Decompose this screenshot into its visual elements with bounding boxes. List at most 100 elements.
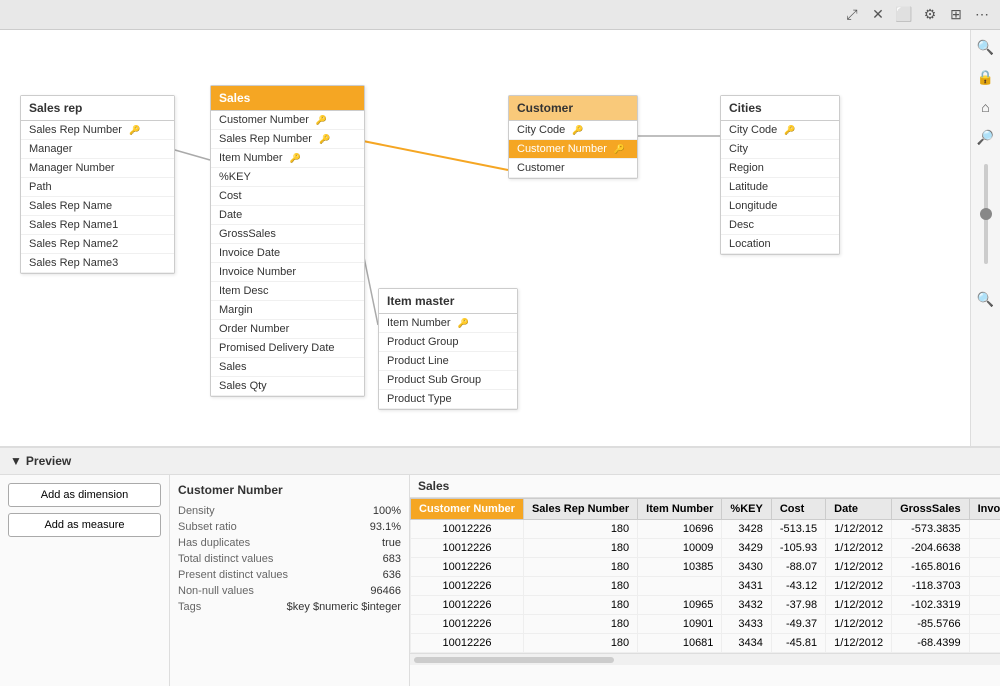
main-area: Sales rep Sales Rep Number 🔑 Manager Man… <box>0 30 1000 446</box>
add-measure-button[interactable]: Add as measure <box>8 513 161 537</box>
row-product-group[interactable]: Product Group <box>379 333 517 352</box>
col-cost[interactable]: Cost <box>771 499 825 520</box>
stats-subset-ratio: Subset ratio 93.1% <box>178 519 401 535</box>
row-city-code2[interactable]: City Code 🔑 <box>721 121 839 140</box>
toolbar: ⤢ ✕ ⬜ ⚙ ⊞ ⋯ <box>0 0 1000 30</box>
canvas-area[interactable]: Sales rep Sales Rep Number 🔑 Manager Man… <box>0 30 970 446</box>
row-invoice-date[interactable]: Invoice Date <box>211 244 364 263</box>
table-item-master: Item master Item Number 🔑 Product Group … <box>378 288 518 410</box>
row-item-number2[interactable]: Item Number 🔑 <box>379 314 517 333</box>
row-cost[interactable]: Cost <box>211 187 364 206</box>
col-item-number[interactable]: Item Number <box>638 499 722 520</box>
row-city[interactable]: City <box>721 140 839 159</box>
add-dimension-button[interactable]: Add as dimension <box>8 483 161 507</box>
dots-icon[interactable]: ⚙ <box>920 5 940 25</box>
row-location[interactable]: Location <box>721 235 839 254</box>
preview-table-title: Sales <box>410 475 1000 498</box>
col-grosssales[interactable]: GrossSales <box>892 499 970 520</box>
table-sales-header: Sales <box>211 86 364 111</box>
stats-density: Density 100% <box>178 503 401 519</box>
row-sales-rep-name3[interactable]: Sales Rep Name3 <box>21 254 174 273</box>
stats-has-duplicates: Has duplicates true <box>178 535 401 551</box>
preview-title: Preview <box>26 454 71 468</box>
col-date[interactable]: Date <box>826 499 892 520</box>
row-product-line[interactable]: Product Line <box>379 352 517 371</box>
stats-non-null: Non-null values 96466 <box>178 583 401 599</box>
row-region[interactable]: Region <box>721 159 839 178</box>
col-sales-rep-number[interactable]: Sales Rep Number <box>523 499 637 520</box>
row-order-number[interactable]: Order Number <box>211 320 364 339</box>
preview-content: Add as dimension Add as measure Customer… <box>0 475 1000 686</box>
close-icon[interactable]: ✕ <box>868 5 888 25</box>
row-product-sub-group[interactable]: Product Sub Group <box>379 371 517 390</box>
scroll-bar <box>414 657 614 663</box>
table-customer: Customer City Code 🔑 Customer Number 🔑 C… <box>508 95 638 179</box>
table-row: 10012226180109653432-37.981/12/2012-102.… <box>411 596 1000 615</box>
table-cities: Cities City Code 🔑 City Region Latitude … <box>720 95 840 255</box>
row-customer-number2[interactable]: Customer Number 🔑 <box>509 140 637 159</box>
stats-field-title: Customer Number <box>178 483 401 497</box>
table-customer-header: Customer <box>509 96 637 121</box>
right-sidebar: 🔍 🔒 ⌂ 🔎 🔍 <box>970 30 1000 446</box>
col-invoice-date[interactable]: Invoice Date <box>969 499 1000 520</box>
row-sales-rep-name1[interactable]: Sales Rep Name1 <box>21 216 174 235</box>
preview-header[interactable]: ▼ Preview <box>0 448 1000 475</box>
row-manager-number[interactable]: Manager Number <box>21 159 174 178</box>
expand-icon[interactable]: ⤢ <box>842 5 862 25</box>
table-row: 10012226180109013433-49.371/12/2012-85.5… <box>411 615 1000 634</box>
grid-icon[interactable]: ⊞ <box>946 5 966 25</box>
zoom-track <box>984 164 988 264</box>
row-customer-number[interactable]: Customer Number 🔑 <box>211 111 364 130</box>
row-product-type[interactable]: Product Type <box>379 390 517 409</box>
row-pkey[interactable]: %KEY <box>211 168 364 187</box>
row-path[interactable]: Path <box>21 178 174 197</box>
row-city-code[interactable]: City Code 🔑 <box>509 121 637 140</box>
preview-left: Add as dimension Add as measure <box>0 475 170 686</box>
table-row: 10012226180103853430-88.071/12/2012-165.… <box>411 558 1000 577</box>
row-invoice-number[interactable]: Invoice Number <box>211 263 364 282</box>
row-grosssales[interactable]: GrossSales <box>211 225 364 244</box>
row-latitude[interactable]: Latitude <box>721 178 839 197</box>
preview-table-area[interactable]: Sales Customer Number Sales Rep Number I… <box>410 475 1000 686</box>
row-manager[interactable]: Manager <box>21 140 174 159</box>
preview-chevron: ▼ <box>10 454 22 468</box>
row-sales[interactable]: Sales <box>211 358 364 377</box>
row-sales-rep-name2[interactable]: Sales Rep Name2 <box>21 235 174 254</box>
home-icon[interactable]: ⌂ <box>975 96 997 118</box>
row-desc[interactable]: Desc <box>721 216 839 235</box>
stats-tags: Tags $key $numeric $integer <box>178 599 401 615</box>
row-item-desc[interactable]: Item Desc <box>211 282 364 301</box>
table-sales-rep: Sales rep Sales Rep Number 🔑 Manager Man… <box>20 95 175 274</box>
row-sales-rep-number2[interactable]: Sales Rep Number 🔑 <box>211 130 364 149</box>
col-pkey[interactable]: %KEY <box>722 499 771 520</box>
row-longitude[interactable]: Longitude <box>721 197 839 216</box>
table-cities-header: Cities <box>721 96 839 121</box>
minimize-icon[interactable]: ⬜ <box>894 5 914 25</box>
stats-present-distinct: Present distinct values 636 <box>178 567 401 583</box>
row-margin[interactable]: Margin <box>211 301 364 320</box>
zoom-thumb <box>980 208 992 220</box>
table-sales-rep-header: Sales rep <box>21 96 174 121</box>
table-row: 10012226180100093429-105.931/12/2012-204… <box>411 539 1000 558</box>
col-customer-number[interactable]: Customer Number <box>411 499 524 520</box>
bottom-panel: ▼ Preview Add as dimension Add as measur… <box>0 446 1000 686</box>
preview-stats: Customer Number Density 100% Subset rati… <box>170 475 410 686</box>
lock-icon[interactable]: 🔒 <box>975 66 997 88</box>
zoom-in-icon[interactable]: 🔎 <box>975 126 997 148</box>
table-row: 10012226180106813434-45.811/12/2012-68.4… <box>411 634 1000 653</box>
row-item-number[interactable]: Item Number 🔑 <box>211 149 364 168</box>
row-sales-qty[interactable]: Sales Qty <box>211 377 364 396</box>
row-date[interactable]: Date <box>211 206 364 225</box>
table-row: 10012226180106963428-513.151/12/2012-573… <box>411 520 1000 539</box>
more-icon[interactable]: ⋯ <box>972 5 992 25</box>
row-sales-rep-number[interactable]: Sales Rep Number 🔑 <box>21 121 174 140</box>
zoom-out-icon[interactable]: 🔍 <box>975 288 997 310</box>
scroll-bar-container[interactable] <box>410 653 1000 665</box>
row-sales-rep-name[interactable]: Sales Rep Name <box>21 197 174 216</box>
table-item-master-header: Item master <box>379 289 517 314</box>
data-table: Customer Number Sales Rep Number Item Nu… <box>410 498 1000 653</box>
row-promised-delivery-date[interactable]: Promised Delivery Date <box>211 339 364 358</box>
zoom-slider[interactable] <box>984 160 988 280</box>
search-icon[interactable]: 🔍 <box>975 36 997 58</box>
row-customer[interactable]: Customer <box>509 159 637 178</box>
